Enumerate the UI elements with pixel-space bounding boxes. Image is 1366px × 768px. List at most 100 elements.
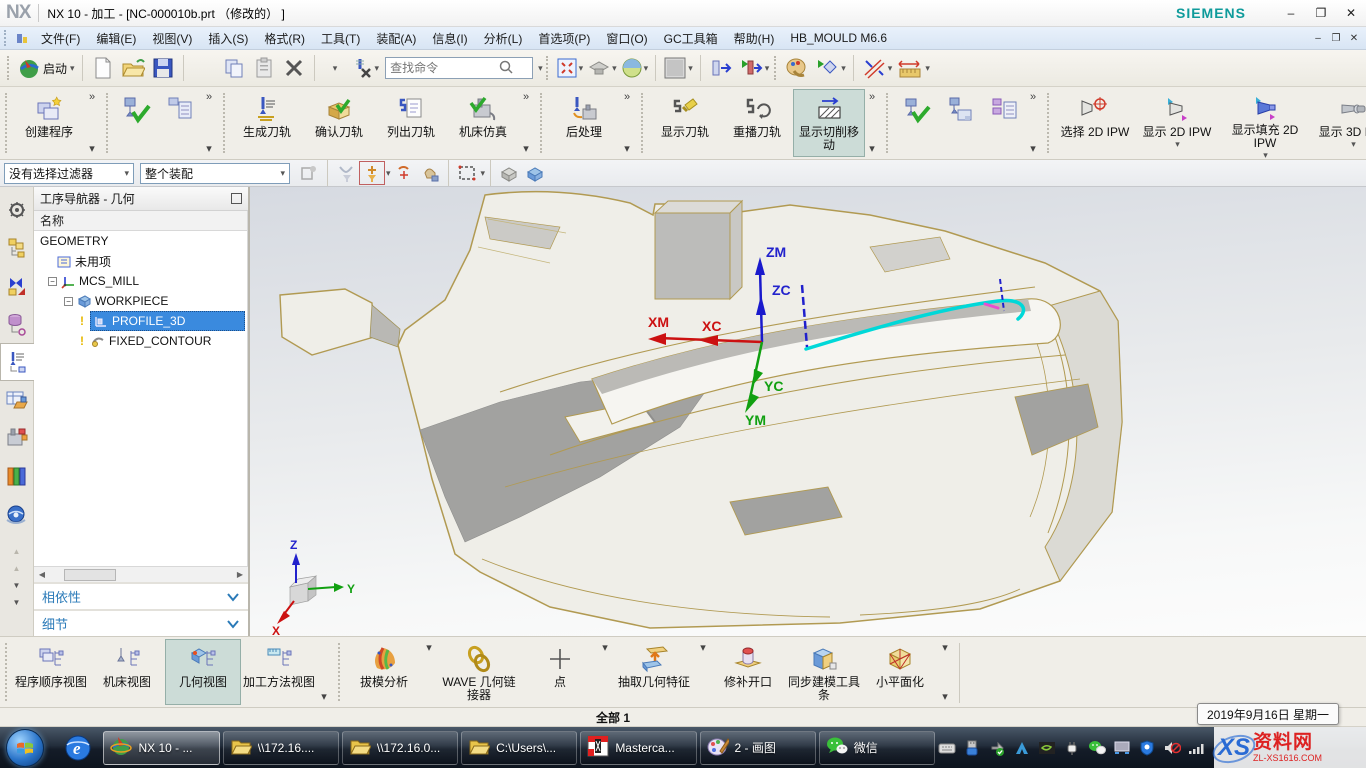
group-expand-icon[interactable]: ▾ <box>426 641 432 654</box>
wechat-tray-icon[interactable] <box>1088 739 1106 757</box>
scroll-up2-icon[interactable]: ▲ <box>13 564 21 573</box>
menu-information[interactable]: 信息(I) <box>424 27 475 50</box>
collapse-icon[interactable]: − <box>64 297 73 306</box>
security-shield-icon[interactable] <box>1138 739 1156 757</box>
group-more-icon[interactable]: » <box>624 91 630 103</box>
cascade-dropdown-icon[interactable]: ▾ <box>612 63 617 74</box>
undo-button[interactable]: ▾ <box>320 53 350 83</box>
taskbar-item-mastercam[interactable]: Masterca... <box>580 731 696 765</box>
workpiece-box-button[interactable] <box>938 89 982 157</box>
snap-dropdown-icon[interactable]: ▾ <box>841 63 846 74</box>
autodesk-tray-icon[interactable] <box>1013 739 1031 757</box>
tree-row-fixed-contour[interactable]: ! FIXED_CONTOUR <box>34 331 247 351</box>
render-dropdown-icon[interactable]: ▾ <box>644 63 649 74</box>
selected-row-highlight[interactable]: PROFILE_3D <box>90 311 245 331</box>
doc-minimize-button[interactable]: – <box>1310 31 1326 45</box>
menu-window[interactable]: 窗口(O) <box>598 27 655 50</box>
select-2d-ipw-button[interactable]: 选择 2D IPW <box>1055 89 1135 157</box>
scroll-down2-icon[interactable]: ▼ <box>13 598 21 607</box>
menu-tools[interactable]: 工具(T) <box>313 27 368 50</box>
sync-modeling-button[interactable]: 同步建模工具条 <box>786 639 862 705</box>
gear-icon[interactable] <box>2 191 32 229</box>
menu-hb-mould[interactable]: HB_MOULD M6.6 <box>782 28 895 48</box>
top-selection-filter-icon[interactable] <box>359 161 385 185</box>
wireframe-view-icon[interactable] <box>522 161 548 185</box>
close-button[interactable]: ✕ <box>1336 3 1366 23</box>
taskbar-item-network-folder-2[interactable]: \\172.16.0... <box>342 731 458 765</box>
usb-tray-icon[interactable] <box>963 739 981 757</box>
group-more-icon[interactable]: » <box>89 91 95 103</box>
fit-dropdown-icon[interactable]: ▾ <box>579 63 584 74</box>
facet-body-button[interactable]: 小平面化 <box>862 639 938 705</box>
erase-display-button[interactable]: ▾ <box>350 53 382 83</box>
patch-opening-button[interactable]: 修补开口 <box>710 639 786 705</box>
doc-restore-button[interactable]: ❐ <box>1328 31 1344 45</box>
tree-row-profile-3d[interactable]: ! PROFILE_3D <box>34 311 247 331</box>
restore-button[interactable]: ❐ <box>1306 3 1336 23</box>
web-browser-icon[interactable] <box>2 495 32 533</box>
show-cut-moves-button[interactable]: 显示切削移动 <box>793 89 865 157</box>
post-process-button[interactable]: 后处理 <box>548 89 620 157</box>
list-toolpath-button[interactable]: 列出刀轨 <box>375 89 447 157</box>
display-tray-icon[interactable] <box>1113 739 1131 757</box>
network-signal-icon[interactable] <box>1188 739 1206 757</box>
library-icon[interactable] <box>2 457 32 495</box>
draft-analysis-button[interactable]: 拔模分析 <box>346 639 422 705</box>
highlight-filter-icon[interactable] <box>333 161 359 185</box>
group-more-icon[interactable]: » <box>869 91 875 103</box>
hand-tool-icon[interactable] <box>417 161 443 185</box>
group-expand-icon[interactable]: ▾ <box>206 142 212 155</box>
geometry-view-button[interactable]: 几何视图 <box>165 639 241 705</box>
minimize-button[interactable]: – <box>1276 3 1306 23</box>
extract-geometry-button[interactable]: 抽取几何特征 <box>612 639 696 705</box>
details-section[interactable]: 细节 <box>34 609 248 636</box>
shaded-view-icon[interactable] <box>496 161 522 185</box>
start-orb[interactable] <box>6 729 44 767</box>
erase-dropdown-icon[interactable]: ▾ <box>375 63 380 74</box>
collapse-icon[interactable]: − <box>48 277 57 286</box>
menu-view[interactable]: 视图(V) <box>144 27 200 50</box>
window-cascade-button[interactable]: ▾ <box>585 53 619 83</box>
dependencies-section[interactable]: 相依性 <box>34 582 248 609</box>
show-toolpath-button[interactable]: 显示刀轨 <box>649 89 721 157</box>
group-expand-icon[interactable]: ▾ <box>523 142 529 155</box>
scrollbar-thumb[interactable] <box>64 569 116 581</box>
menu-file[interactable]: 文件(F) <box>33 27 88 50</box>
section-dropdown-icon[interactable]: ▾ <box>765 63 770 74</box>
assembly-navigator-icon[interactable] <box>2 229 32 267</box>
start-dropdown-icon[interactable]: ▾ <box>70 63 75 74</box>
fit-view-button[interactable]: ▾ <box>554 53 586 83</box>
create-program-button[interactable]: 创建程序 <box>13 89 85 157</box>
measure-button[interactable]: ▾ <box>859 53 895 83</box>
group-more-icon[interactable]: ▾ <box>942 641 948 654</box>
group-expand-icon[interactable]: ▾ <box>942 690 948 703</box>
show-2d-ipw-dropdown-icon[interactable]: ▾ <box>1175 139 1180 150</box>
keyboard-tray-icon[interactable] <box>938 739 956 757</box>
group-more-icon[interactable]: » <box>206 91 212 103</box>
machine-sim-button[interactable]: 机床仿真 <box>447 89 519 157</box>
search-dropdown-icon[interactable]: ▾ <box>538 63 543 74</box>
machine-tool-navigator-icon[interactable] <box>2 381 32 419</box>
ruler-button[interactable]: ▾ <box>894 53 932 83</box>
process-assistant-icon[interactable] <box>2 419 32 457</box>
volume-muted-icon[interactable] <box>1163 739 1181 757</box>
group-expand-icon[interactable]: ▾ <box>700 641 706 654</box>
search-input[interactable] <box>390 61 498 75</box>
horizontal-scrollbar[interactable]: ◀ ▶ <box>34 566 248 582</box>
menu-insert[interactable]: 插入(S) <box>200 27 256 50</box>
show-fill-2d-ipw-button[interactable]: 显示填充 2D IPW ▾ <box>1219 89 1311 157</box>
approve-workpiece-button[interactable] <box>894 89 938 157</box>
generate-toolpath-button[interactable]: 生成刀轨 <box>231 89 303 157</box>
group-expand-icon[interactable]: ▾ <box>869 142 875 155</box>
group-expand-icon[interactable]: ▾ <box>602 641 608 654</box>
power-plug-icon[interactable] <box>1063 739 1081 757</box>
tree-row-mcs-mill[interactable]: − MCS_MILL <box>34 271 247 291</box>
navigator-column-header[interactable]: 名称 <box>34 211 248 231</box>
operation-properties-button[interactable] <box>158 89 202 157</box>
snapshot-icon[interactable] <box>296 161 322 185</box>
render-style-button[interactable]: ▾ <box>619 53 651 83</box>
rotate-point-icon[interactable] <box>391 161 417 185</box>
background-dropdown-icon[interactable]: ▾ <box>688 63 693 74</box>
nvidia-tray-icon[interactable] <box>1038 739 1056 757</box>
doc-close-button[interactable]: ✕ <box>1346 31 1362 45</box>
